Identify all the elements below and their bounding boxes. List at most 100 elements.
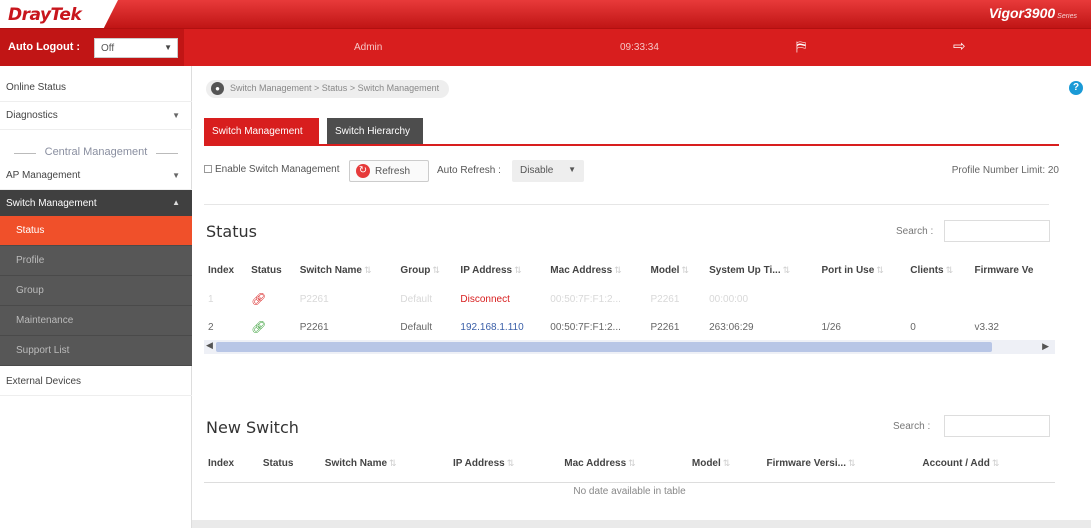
column-header-clients[interactable]: Clients ⇅ — [906, 255, 970, 285]
sort-icon: ⇅ — [722, 457, 731, 468]
new-switch-section-title: New Switch — [206, 418, 299, 437]
chevron-down-icon: ▼ — [164, 43, 172, 52]
sort-icon: ⇅ — [847, 457, 856, 468]
status-table: Index Status Switch Name ⇅ Group ⇅ IP Addr… — [204, 255, 1055, 341]
link-connected-icon: 🔗︎ — [251, 320, 267, 334]
sidebar-item-online-status[interactable]: Online Status — [0, 74, 192, 102]
cell-clients: 0 — [910, 321, 916, 333]
cell-uptime: 263:06:29 — [709, 321, 754, 333]
new-switch-table: Index Status Switch Name ⇅ IP Address ⇅ Ma… — [204, 448, 1055, 478]
table-row[interactable]: 2 🔗︎ P2261 Default 192.168.1.110 00:50:7… — [204, 313, 1055, 341]
sidebar-subitem-profile[interactable]: Profile — [0, 246, 192, 276]
status-bar: Auto Logout : Off ▼ Admin 09:33:34 ⛿ ⇨ — [0, 28, 1091, 67]
sidebar-subitem-status[interactable]: Status — [0, 216, 192, 246]
horizontal-scrollbar[interactable]: ◀ ▶ — [204, 340, 1055, 354]
table-row[interactable]: 1 🔗︎ P2261 Default Disconnect 00:50:7F:F… — [204, 285, 1055, 313]
sidebar-subitem-group[interactable]: Group — [0, 276, 192, 306]
tab-underline — [204, 144, 1059, 146]
cell-clients — [906, 285, 970, 313]
cell-firmware — [970, 285, 1055, 313]
help-icon[interactable]: ? — [1069, 81, 1083, 95]
column-header-mac-address[interactable]: Mac Address ⇅ — [546, 255, 646, 285]
chevron-down-icon: ▼ — [172, 171, 180, 180]
column-header-group[interactable]: Group ⇅ — [396, 255, 456, 285]
cell-index: 1 — [208, 293, 214, 305]
current-user: Admin — [354, 42, 383, 53]
column-header-switch-name[interactable]: Switch Name ⇅ — [321, 448, 449, 478]
column-header-index[interactable]: Index — [204, 448, 259, 478]
column-header-account-add[interactable]: Account / Add ⇅ — [918, 448, 1055, 478]
enable-switch-management-label: Enable Switch Management — [215, 164, 340, 175]
divider — [204, 482, 1055, 483]
scroll-right-icon[interactable]: ▶ — [1042, 341, 1049, 352]
product-name: Vigor3900 Series — [988, 5, 1077, 21]
sort-icon: ⇅ — [614, 264, 622, 275]
auto-logout: Auto Logout : Off ▼ — [0, 29, 184, 67]
column-header-firmware-version[interactable]: Firmware Versi... ⇅ — [762, 448, 918, 478]
tab-switch-management[interactable]: Switch Management — [204, 118, 319, 144]
cell-status: 🔗︎ — [247, 285, 296, 313]
new-switch-search-input[interactable] — [944, 415, 1050, 437]
column-header-status[interactable]: Status — [259, 448, 321, 478]
column-header-port-in-use[interactable]: Port in Use ⇅ — [818, 255, 907, 285]
table-header: Index Status Switch Name ⇅ IP Address ⇅ Ma… — [204, 448, 1055, 478]
cell-group: Default — [400, 321, 433, 333]
cell-group: Default — [400, 293, 433, 305]
tab-switch-hierarchy[interactable]: Switch Hierarchy — [327, 118, 423, 144]
enable-switch-management-checkbox[interactable] — [204, 165, 212, 173]
refresh-button[interactable]: ↻ Refresh — [349, 160, 429, 182]
sidebar-item-external-devices[interactable]: External Devices — [0, 368, 192, 396]
column-header-ip-address[interactable]: IP Address ⇅ — [449, 448, 560, 478]
column-header-ip-address[interactable]: IP Address ⇅ — [456, 255, 546, 285]
refresh-icon: ↻ — [356, 164, 370, 178]
column-header-mac-address[interactable]: Mac Address ⇅ — [560, 448, 688, 478]
auto-logout-select[interactable]: Off ▼ — [94, 38, 178, 58]
sidebar: Online Status Diagnostics ▼ Central Mana… — [0, 66, 192, 528]
cell-model: P2261 — [650, 321, 680, 333]
cell-ip-address: Disconnect — [460, 293, 510, 305]
sidebar-item-switch-management[interactable]: Switch Management ▲ — [0, 190, 192, 216]
cell-mac-address: 00:50:7F:F1:2... — [550, 321, 621, 333]
column-header-system-up-time[interactable]: System Up Ti... ⇅ — [705, 255, 817, 285]
sort-icon: ⇅ — [945, 264, 954, 275]
sidebar-item-ap-management[interactable]: AP Management ▼ — [0, 162, 192, 190]
sidebar-item-diagnostics[interactable]: Diagnostics ▼ — [0, 102, 192, 130]
divider — [204, 204, 1049, 205]
sort-icon: ⇅ — [991, 457, 1000, 468]
cell-uptime: 00:00:00 — [709, 293, 749, 305]
toolbar: Enable Switch Management ↻ Refresh Auto … — [204, 160, 1059, 182]
column-header-switch-name[interactable]: Switch Name ⇅ — [296, 255, 397, 285]
column-header-firmware[interactable]: Firmware Ve — [970, 255, 1055, 285]
auto-refresh-label: Auto Refresh : — [437, 165, 501, 176]
cell-firmware: v3.32 — [974, 321, 999, 333]
scrollbar-thumb[interactable] — [216, 342, 992, 352]
sort-icon: ⇅ — [363, 264, 372, 275]
chevron-down-icon: ▼ — [568, 165, 576, 174]
status-search-input[interactable] — [944, 220, 1050, 242]
column-header-status[interactable]: Status — [247, 255, 296, 285]
scroll-left-icon[interactable]: ◀ — [206, 340, 213, 351]
sort-icon: ⇅ — [389, 457, 397, 468]
quick-start-icon[interactable]: ⛿ — [796, 38, 806, 55]
sidebar-subitem-maintenance[interactable]: Maintenance — [0, 306, 192, 336]
profile-number-limit: Profile Number Limit: 20 — [951, 165, 1059, 176]
link-broken-icon: 🔗︎ — [251, 292, 267, 306]
cell-port-in-use — [818, 285, 907, 313]
logo-area: DrayTek — [0, 0, 118, 28]
column-header-index[interactable]: Index — [204, 255, 247, 285]
sort-icon: ⇅ — [876, 264, 884, 275]
cell-ip-address[interactable]: 192.168.1.110 — [456, 313, 546, 341]
column-header-model[interactable]: Model ⇅ — [688, 448, 763, 478]
cell-index: 2 — [208, 321, 214, 333]
chevron-up-icon: ▲ — [172, 198, 180, 207]
cell-model: P2261 — [650, 293, 680, 305]
column-header-model[interactable]: Model ⇅ — [647, 255, 706, 285]
logout-icon[interactable]: ⇨ — [953, 37, 966, 55]
auto-refresh-select[interactable]: Disable ▼ — [512, 160, 584, 182]
chevron-down-icon: ▼ — [172, 111, 180, 120]
sort-icon: ⇅ — [628, 457, 636, 468]
cell-switch-name: P2261 — [299, 293, 329, 305]
cell-mac-address: 00:50:7F:F1:2... — [550, 293, 621, 305]
new-switch-search-label: Search : — [893, 421, 931, 432]
sidebar-subitem-support-list[interactable]: Support List — [0, 336, 192, 366]
